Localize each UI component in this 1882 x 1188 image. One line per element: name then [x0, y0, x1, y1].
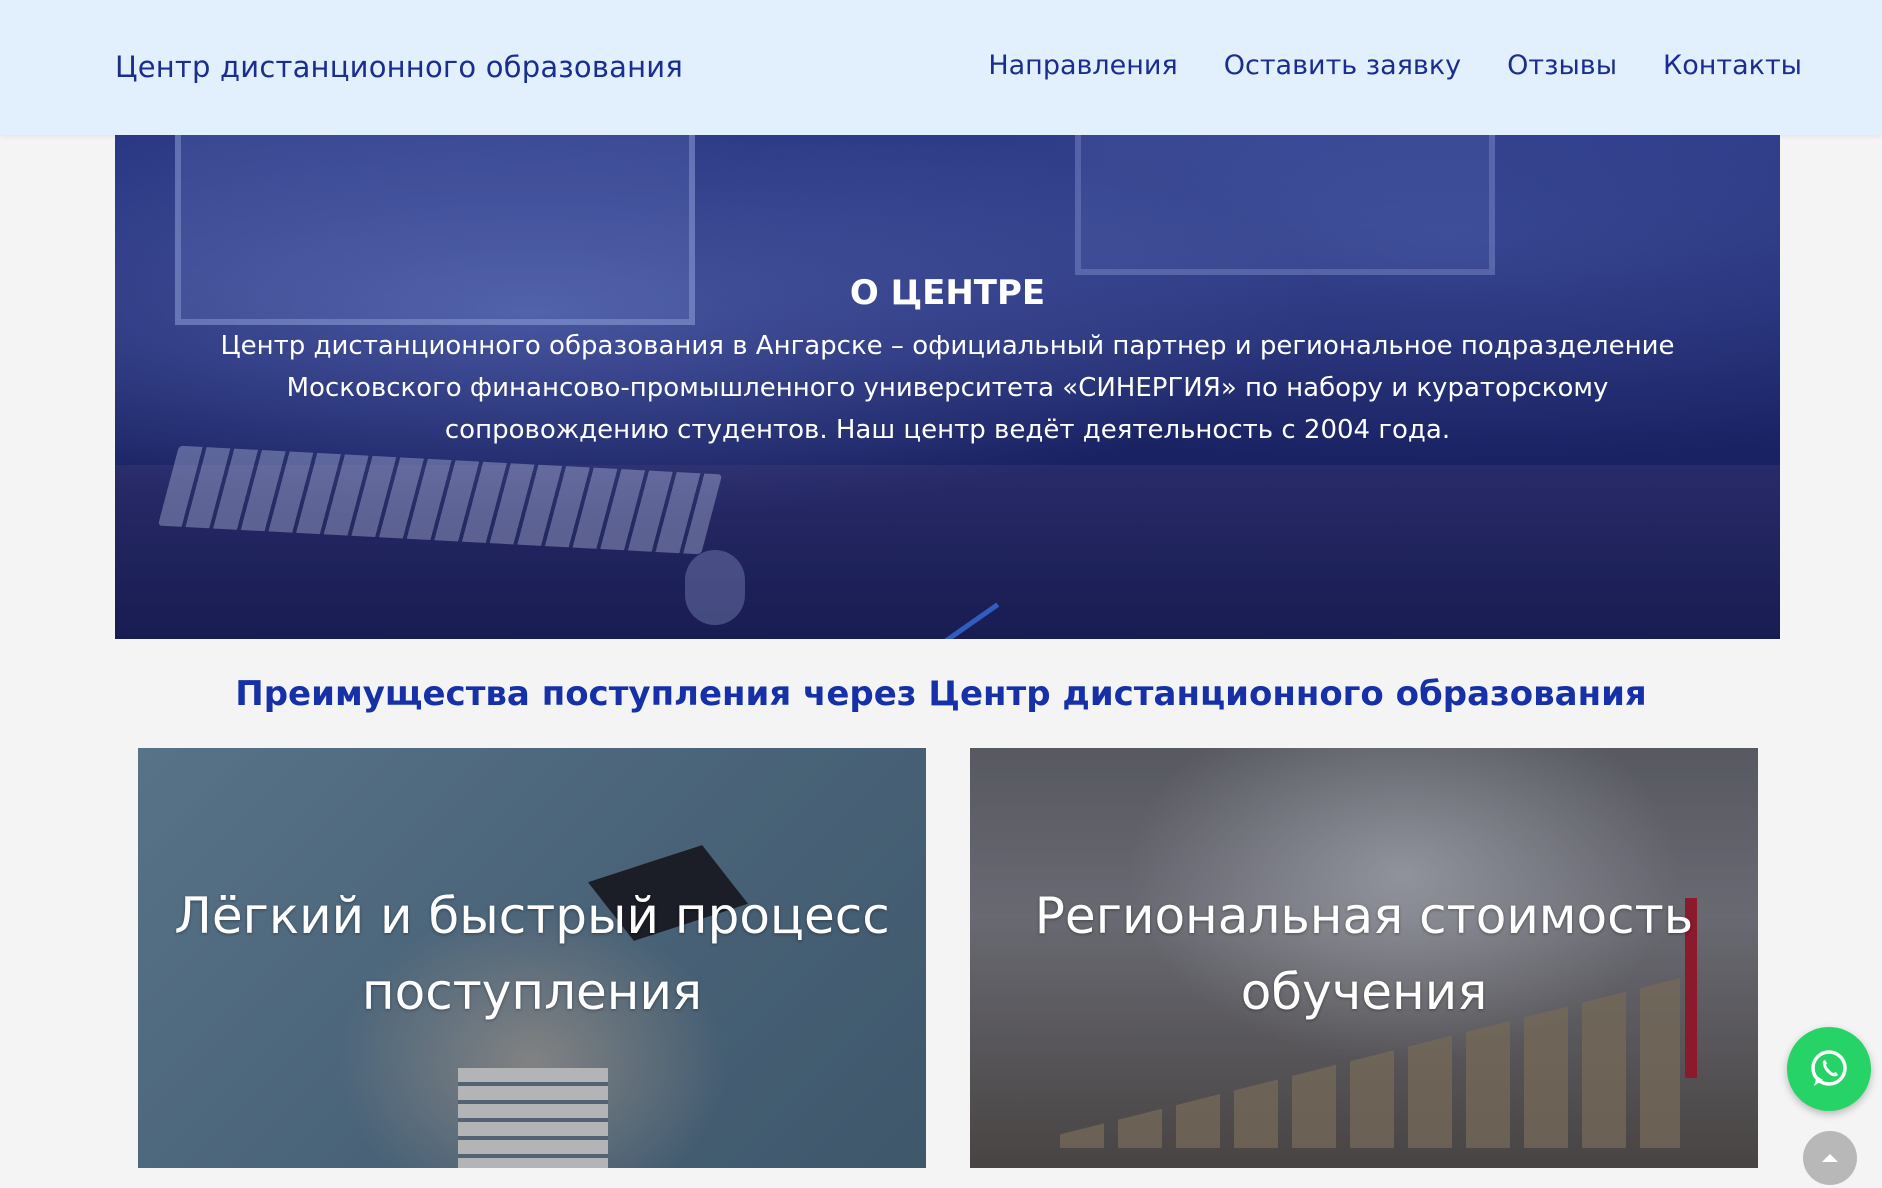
site-header: Центр дистанционного образования Направл…: [0, 0, 1882, 135]
nav-item-contacts[interactable]: Контакты: [1663, 50, 1802, 81]
advantage-card-easy-admission: Лёгкий и быстрый процесс поступления: [138, 748, 926, 1168]
advantages-heading: Преимущества поступления через Центр дис…: [235, 674, 1647, 714]
chevron-up-icon: [1822, 1154, 1838, 1162]
advantage-card-regional-cost: Региональная стоимость обучения: [970, 748, 1758, 1168]
whatsapp-button[interactable]: [1787, 1027, 1871, 1111]
hero-background-mouse: [685, 550, 745, 625]
about-text: Центр дистанционного образования в Ангар…: [220, 331, 1675, 445]
about-hero: О ЦЕНТРЕ Центр дистанционного образовани…: [115, 135, 1780, 639]
main-nav: Направления Оставить заявку Отзывы Конта…: [988, 50, 1802, 81]
advantage-card-title: Лёгкий и быстрый процесс поступления: [174, 887, 890, 1021]
nav-item-directions[interactable]: Направления: [988, 50, 1177, 81]
nav-item-apply[interactable]: Оставить заявку: [1224, 50, 1461, 81]
hero-background-monitor-2: [1075, 135, 1495, 275]
nav-item-reviews[interactable]: Отзывы: [1507, 50, 1617, 81]
whatsapp-icon: [1811, 1050, 1847, 1086]
about-heading: О ЦЕНТРЕ: [849, 273, 1046, 313]
advantage-card-title: Региональная стоимость обучения: [1034, 887, 1694, 1021]
site-brand-link[interactable]: Центр дистанционного образования: [115, 50, 683, 84]
scroll-to-top-button[interactable]: [1803, 1131, 1857, 1185]
